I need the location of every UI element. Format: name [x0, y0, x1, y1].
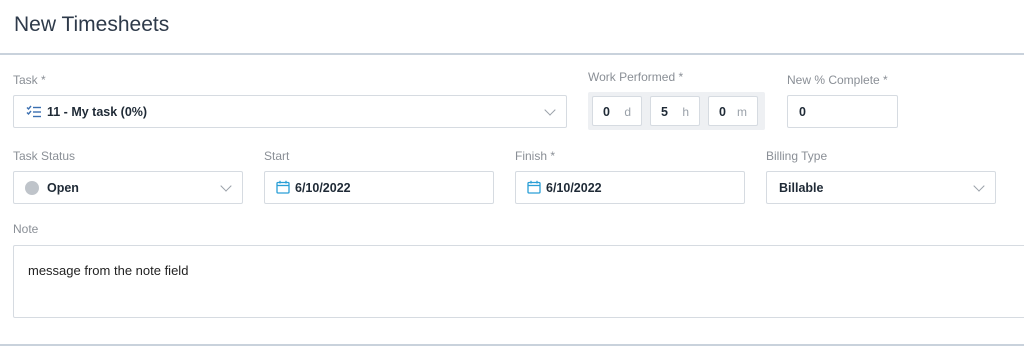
- task-label: Task *: [13, 73, 46, 87]
- task-status-value: Open: [47, 181, 79, 195]
- billing-type-value: Billable: [779, 181, 824, 195]
- billing-type-select[interactable]: Billable: [766, 171, 996, 204]
- calendar-icon: [276, 180, 290, 194]
- work-hours-value: 5: [661, 105, 668, 119]
- work-performed-group: 0 d 5 h 0 m: [588, 92, 765, 130]
- note-label: Note: [13, 222, 39, 236]
- work-performed-label: Work Performed *: [588, 70, 684, 84]
- status-dot-icon: [25, 181, 39, 195]
- percent-complete-input[interactable]: 0: [787, 95, 898, 128]
- start-date-input[interactable]: 6/10/2022: [264, 171, 494, 204]
- page-title: New Timesheets: [14, 13, 170, 36]
- note-textarea[interactable]: message from the note field: [13, 245, 1024, 318]
- chevron-down-icon: [973, 180, 985, 192]
- billing-type-label: Billing Type: [766, 149, 828, 163]
- percent-complete-value: 0: [799, 105, 806, 119]
- note-text: message from the note field: [28, 263, 189, 278]
- task-list-icon: [26, 105, 41, 118]
- work-minutes-value: 0: [719, 105, 726, 119]
- chevron-down-icon: [544, 104, 556, 116]
- finish-date-value: 6/10/2022: [546, 181, 602, 195]
- task-status-label: Task Status: [13, 149, 76, 163]
- work-minutes-input[interactable]: 0 m: [708, 96, 758, 126]
- percent-complete-label: New % Complete *: [787, 73, 888, 87]
- calendar-icon: [527, 180, 541, 194]
- divider: [0, 344, 1024, 346]
- work-minutes-unit: m: [737, 105, 747, 119]
- work-days-value: 0: [603, 105, 610, 119]
- finish-date-input[interactable]: 6/10/2022: [515, 171, 745, 204]
- start-label: Start: [264, 149, 290, 163]
- chevron-down-icon: [220, 180, 232, 192]
- work-days-unit: d: [624, 105, 631, 119]
- start-date-value: 6/10/2022: [295, 181, 351, 195]
- task-select[interactable]: 11 - My task (0%): [13, 95, 567, 128]
- work-days-input[interactable]: 0 d: [592, 96, 642, 126]
- task-value: 11 - My task (0%): [47, 105, 148, 119]
- dialog-header: New Timesheets: [0, 0, 1024, 55]
- work-hours-unit: h: [682, 105, 689, 119]
- finish-label: Finish *: [515, 149, 556, 163]
- work-hours-input[interactable]: 5 h: [650, 96, 700, 126]
- task-status-select[interactable]: Open: [13, 171, 243, 204]
